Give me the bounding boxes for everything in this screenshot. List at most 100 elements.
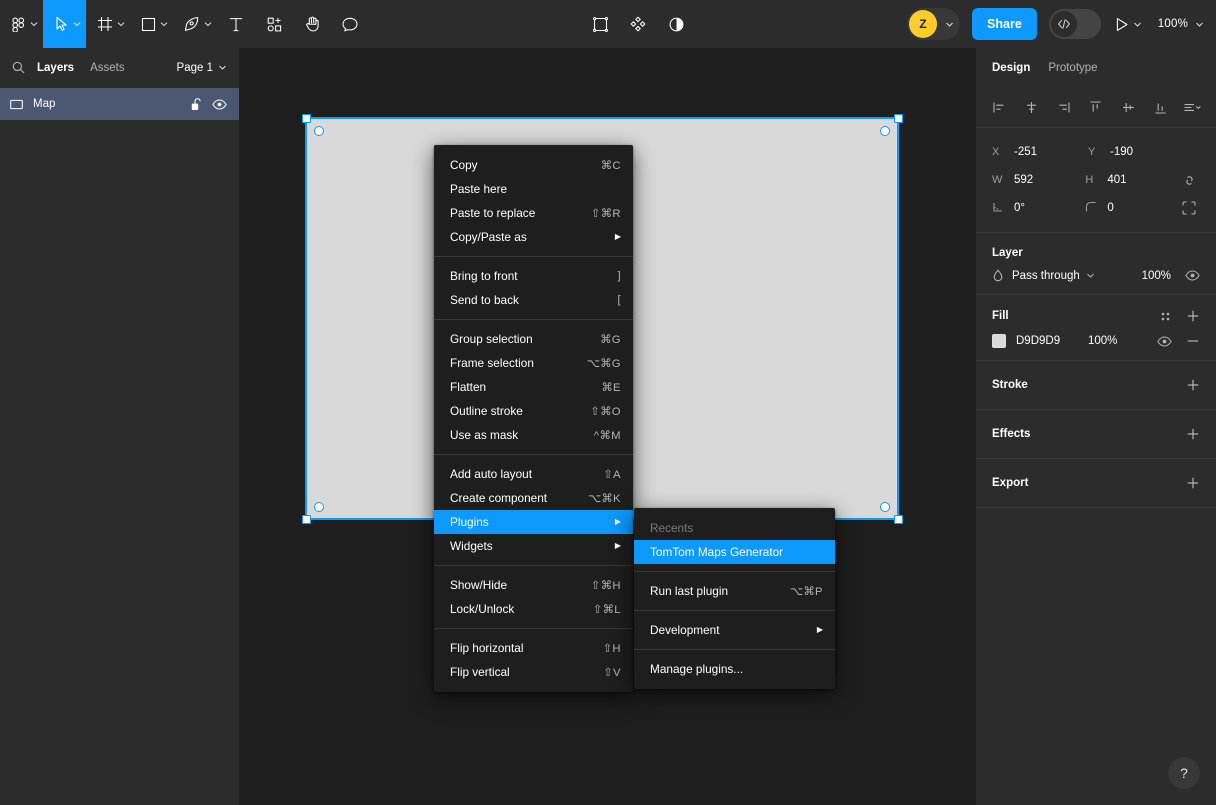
menu-item-widgets[interactable]: Widgets▶	[434, 534, 633, 558]
rotation-field[interactable]: 0°	[992, 201, 1085, 216]
menu-item-group-selection[interactable]: Group selection⌘G	[434, 327, 633, 351]
layer-opacity-value[interactable]: 100%	[1142, 270, 1171, 282]
fill-color-swatch[interactable]	[992, 334, 1006, 348]
eye-icon[interactable]	[1157, 336, 1172, 347]
plus-icon[interactable]	[1186, 476, 1200, 490]
y-value: -190	[1110, 146, 1133, 158]
x-field[interactable]: X -251	[992, 146, 1088, 158]
menu-item-development[interactable]: Development▶	[634, 618, 835, 642]
menu-item-create-component[interactable]: Create component⌥⌘K	[434, 486, 633, 510]
blend-mode-row: Pass through 100%	[992, 269, 1200, 282]
page-selector[interactable]: Page 1	[177, 62, 227, 74]
menu-item-add-auto-layout[interactable]: Add auto layout⇧A	[434, 462, 633, 486]
pen-tool-icon[interactable]	[173, 0, 217, 48]
zoom-level-menu[interactable]: 100%	[1158, 18, 1204, 30]
menu-item-run-last-plugin[interactable]: Run last plugin⌥⌘P	[634, 579, 835, 603]
tab-design[interactable]: Design	[992, 62, 1030, 74]
menu-item-paste-here[interactable]: Paste here	[434, 177, 633, 201]
tab-prototype[interactable]: Prototype	[1048, 62, 1097, 74]
align-bottom-icon[interactable]	[1148, 95, 1174, 121]
blend-mode-value[interactable]: Pass through	[1012, 270, 1080, 282]
contrast-icon[interactable]	[657, 0, 695, 48]
frame-tool-icon[interactable]	[86, 0, 130, 48]
fill-section-header: Fill	[992, 309, 1200, 323]
plus-icon[interactable]	[1186, 427, 1200, 441]
width-field[interactable]: W 592	[992, 174, 1085, 186]
layer-row-map[interactable]: Map	[0, 88, 239, 120]
height-field[interactable]: H 401	[1085, 174, 1178, 186]
menu-item-flip-vertical[interactable]: Flip vertical⇧V	[434, 660, 633, 684]
align-top-icon[interactable]	[1083, 95, 1109, 121]
menu-item-plugins[interactable]: Plugins▶	[434, 510, 633, 534]
eye-icon[interactable]	[212, 99, 227, 110]
align-horizontal-center-icon[interactable]	[1018, 95, 1044, 121]
align-vertical-center-icon[interactable]	[1115, 95, 1141, 121]
move-tool-icon[interactable]	[43, 0, 86, 48]
resize-handle-bottom-right[interactable]	[894, 515, 903, 524]
layer-section-header: Layer	[992, 247, 1200, 259]
search-icon[interactable]	[12, 61, 25, 74]
menu-item-paste-to-replace[interactable]: Paste to replace⇧⌘R	[434, 201, 633, 225]
distribute-menu-icon[interactable]	[1180, 95, 1206, 121]
resize-handle-top-left[interactable]	[302, 114, 311, 123]
corner-radius-handle-bottom-right[interactable]	[880, 502, 890, 512]
menu-item-tomtom-maps-generator[interactable]: TomTom Maps Generator	[634, 540, 835, 564]
hand-tool-icon[interactable]	[293, 0, 331, 48]
fill-opacity-value[interactable]: 100%	[1088, 335, 1136, 347]
shape-tool-icon[interactable]	[130, 0, 173, 48]
y-field[interactable]: Y -190	[1088, 146, 1184, 158]
size-row: W 592 H 401	[992, 166, 1200, 194]
menu-item-outline-stroke[interactable]: Outline stroke⇧⌘O	[434, 399, 633, 423]
menu-item-bring-to-front[interactable]: Bring to front]	[434, 264, 633, 288]
menu-item-flip-horizontal[interactable]: Flip horizontal⇧H	[434, 636, 633, 660]
tab-layers[interactable]: Layers	[37, 62, 74, 74]
styles-icon[interactable]	[1159, 310, 1172, 323]
chevron-down-icon[interactable]	[1086, 271, 1095, 280]
align-right-icon[interactable]	[1051, 95, 1077, 121]
menu-item-lock-unlock[interactable]: Lock/Unlock⇧⌘L	[434, 597, 633, 621]
menu-item-flatten[interactable]: Flatten⌘E	[434, 375, 633, 399]
eye-icon[interactable]	[1185, 270, 1200, 281]
menu-item-copy-paste-as[interactable]: Copy/Paste as▶	[434, 225, 633, 249]
resources-tool-icon[interactable]	[255, 0, 293, 48]
avatar: Z	[909, 10, 937, 38]
resize-handle-top-right[interactable]	[894, 114, 903, 123]
resize-handle-bottom-left[interactable]	[302, 515, 311, 524]
plus-icon[interactable]	[1186, 378, 1200, 392]
present-button[interactable]	[1115, 17, 1142, 32]
align-left-icon[interactable]	[986, 95, 1012, 121]
corner-radius-handle-top-left[interactable]	[314, 126, 324, 136]
fill-color-hex[interactable]: D9D9D9	[1016, 335, 1088, 347]
minus-icon[interactable]	[1186, 334, 1200, 348]
link-icon[interactable]	[1179, 169, 1200, 191]
menu-item-copy[interactable]: Copy⌘C	[434, 153, 633, 177]
dev-mode-toggle[interactable]	[1049, 9, 1101, 39]
text-tool-icon[interactable]	[217, 0, 255, 48]
comment-tool-icon[interactable]	[331, 0, 369, 48]
mask-icon[interactable]	[581, 0, 619, 48]
components-icon[interactable]	[619, 0, 657, 48]
menu-item-frame-selection[interactable]: Frame selection⌥⌘G	[434, 351, 633, 375]
unlock-icon[interactable]	[191, 98, 202, 111]
share-button[interactable]: Share	[972, 8, 1037, 40]
independent-corners-icon[interactable]	[1179, 197, 1200, 219]
menu-item-show-hide[interactable]: Show/Hide⇧⌘H	[434, 573, 633, 597]
menu-item-use-as-mask[interactable]: Use as mask^⌘M	[434, 423, 633, 447]
menu-item-manage-plugins[interactable]: Manage plugins...	[634, 657, 835, 681]
corner-radius-handle-top-right[interactable]	[880, 126, 890, 136]
menu-separator	[434, 319, 633, 320]
menu-item-send-to-back[interactable]: Send to back[	[434, 288, 633, 312]
rotation-icon	[992, 201, 1014, 216]
tab-assets[interactable]: Assets	[90, 62, 125, 74]
plus-icon[interactable]	[1186, 309, 1200, 323]
user-avatar-menu[interactable]: Z	[907, 8, 960, 40]
position-row: X -251 Y -190	[992, 138, 1200, 166]
menu-item-label: Development	[650, 623, 817, 637]
corner-radius-handle-bottom-left[interactable]	[314, 502, 324, 512]
y-label: Y	[1088, 146, 1110, 158]
menu-item-label: Bring to front	[450, 269, 617, 283]
figma-menu-icon[interactable]	[0, 0, 43, 48]
chevron-down-icon	[945, 20, 954, 29]
help-button[interactable]: ?	[1168, 757, 1200, 789]
corner-radius-field[interactable]: 0	[1085, 201, 1178, 216]
